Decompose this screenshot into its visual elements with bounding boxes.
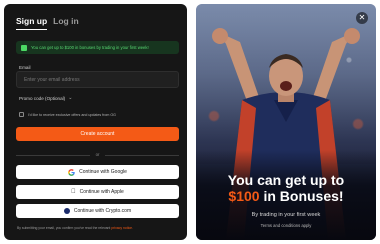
hero-bonus-amount: $100 xyxy=(228,188,260,205)
google-button-label: Continue with Google xyxy=(79,169,127,175)
privacy-disclaimer: By submitting your email, you confirm yo… xyxy=(17,226,133,230)
marketing-consent[interactable]: I'd like to receive exclusive offers and… xyxy=(19,112,116,117)
continue-with-apple-button[interactable]:  Continue with Apple xyxy=(16,185,179,199)
promo-code-label: Promo code (Optional) xyxy=(19,95,66,101)
divider-line-right xyxy=(105,155,179,156)
apple-icon:  xyxy=(71,189,76,195)
signup-modal: Sign up Log in You can get up to $100 in… xyxy=(0,0,380,244)
hero-subtitle: By trading in your first week xyxy=(251,212,321,218)
gift-icon xyxy=(21,44,27,51)
hero-headline-suffix: in Bonuses! xyxy=(263,188,344,205)
apple-button-label: Continue with Apple xyxy=(77,189,124,195)
promo-hero-panel: ✕ You can get up to $100 in Bonuses! By … xyxy=(196,4,376,240)
google-icon xyxy=(68,168,75,176)
close-icon[interactable]: ✕ xyxy=(356,12,368,24)
email-label: Email xyxy=(19,65,31,70)
tab-sign-up[interactable]: Sign up xyxy=(16,16,48,30)
crypto-com-icon xyxy=(63,208,70,214)
privacy-notice-link[interactable]: privacy notice. xyxy=(111,226,133,230)
or-divider: or xyxy=(16,152,179,158)
auth-tabs: Sign up Log in xyxy=(16,16,79,30)
continue-with-crypto-button[interactable]: Continue with Crypto.com xyxy=(16,204,179,218)
signup-form-panel: Sign up Log in You can get up to $100 in… xyxy=(4,4,187,240)
bonus-banner-text: You can get up to $100 in bonuses by tra… xyxy=(31,45,149,50)
create-account-button[interactable]: Create account xyxy=(16,127,179,141)
continue-with-google-button[interactable]: Continue with Google xyxy=(16,165,179,179)
terms-note: Terms and conditions apply xyxy=(260,223,312,228)
tab-log-in[interactable]: Log in xyxy=(53,16,79,30)
crypto-button-label: Continue with Crypto.com xyxy=(73,208,132,214)
hero-headline-prefix: You can get up to xyxy=(227,172,345,188)
consent-checkbox[interactable] xyxy=(19,112,24,117)
consent-text: I'd like to receive exclusive offers and… xyxy=(28,112,116,117)
chevron-down-icon: ⌄ xyxy=(68,95,73,101)
hero-headline: You can get up to $100 in Bonuses! xyxy=(196,172,376,204)
email-field[interactable] xyxy=(16,71,179,88)
promo-code-toggle[interactable]: Promo code (Optional) ⌄ xyxy=(19,95,72,101)
privacy-disclaimer-text: By submitting your email, you confirm yo… xyxy=(17,226,111,230)
bonus-banner: You can get up to $100 in bonuses by tra… xyxy=(16,41,179,54)
